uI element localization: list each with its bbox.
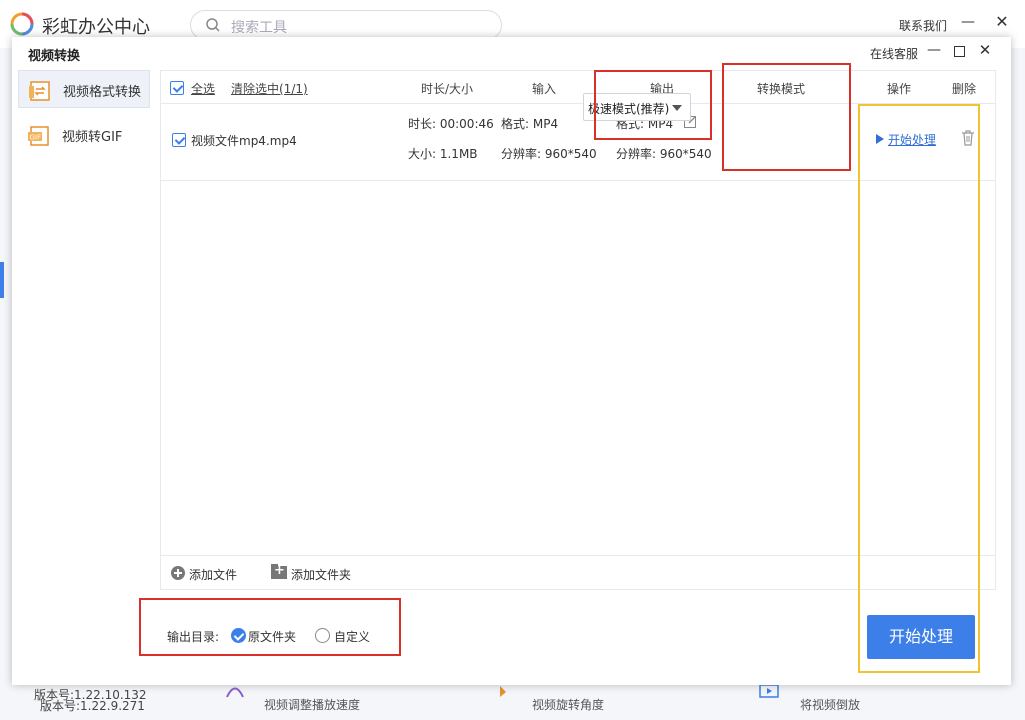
tool-rotate[interactable]: 视频旋转角度 (532, 696, 604, 713)
reverse-tool-icon (759, 684, 779, 698)
add-file-icon[interactable] (171, 566, 185, 580)
select-all-label[interactable]: 全选 (191, 80, 215, 97)
header-delete: 删除 (952, 82, 977, 96)
table-header: 全选 清除选中(1/1) 时长/大小 输入 输出 转换模式 操作 删除 (161, 71, 995, 104)
app-title: 彩虹办公中心 (42, 17, 150, 38)
add-file-button[interactable]: 添加文件 (189, 566, 237, 583)
header-input: 输入 (532, 82, 557, 96)
header-duration-size: 时长/大小 (421, 82, 474, 96)
gif-icon: GIF (28, 126, 49, 146)
minimize-icon[interactable]: — (926, 42, 942, 60)
file-size: 大小: 1.1MB (408, 147, 478, 161)
select-all-checkbox[interactable] (170, 81, 184, 95)
file-duration: 时长: 00:00:46 (408, 117, 494, 131)
add-folder-button[interactable]: 添加文件夹 (291, 566, 351, 583)
add-folder-icon[interactable] (271, 563, 287, 579)
rotate-tool-icon (500, 686, 506, 697)
row-checkbox[interactable] (172, 133, 186, 147)
tool-search-input[interactable]: 搜索工具 (190, 10, 502, 40)
search-placeholder: 搜索工具 (231, 20, 287, 36)
dialog-title: 视频转换 (28, 49, 81, 64)
output-resolution: 分辨率: 960*540 (616, 147, 712, 161)
sidebar-item-video-format[interactable]: 视频格式转换 (18, 70, 150, 108)
header-action: 操作 (887, 82, 912, 96)
input-format: 格式: MP4 (501, 117, 559, 131)
online-service-link[interactable]: 在线客服 (870, 45, 918, 62)
nav-accent-bar (0, 262, 4, 298)
annotation-action-box (858, 104, 980, 673)
close-icon[interactable]: ✕ (992, 12, 1012, 32)
speed-tool-icon (226, 687, 244, 698)
annotation-outdir-box (139, 598, 401, 656)
annotation-mode-box (722, 63, 851, 171)
sidebar-item-label: 视频转GIF (62, 130, 123, 145)
close-icon[interactable]: ✕ (976, 41, 994, 59)
video-convert-icon (29, 81, 50, 101)
input-resolution: 分辨率: 960*540 (501, 147, 597, 161)
dialog-version: 版本号:1.22.10.132 (34, 688, 147, 702)
tool-adjust-speed[interactable]: 视频调整播放速度 (264, 696, 360, 713)
sidebar: 视频格式转换 GIF 视频转GIF 版本号:1.22.10.132 (12, 67, 160, 702)
sidebar-item-video-gif[interactable]: GIF 视频转GIF (18, 116, 150, 154)
rainbow-logo-icon (10, 12, 34, 36)
sidebar-item-label: 视频格式转换 (63, 85, 142, 100)
search-icon (206, 18, 220, 32)
file-name: 视频文件mp4.mp4 (191, 134, 297, 148)
annotation-output-box (594, 70, 712, 140)
clear-selected-link[interactable]: 清除选中(1/1) (231, 80, 308, 97)
tool-reverse[interactable]: 将视频倒放 (800, 696, 860, 713)
svg-text:GIF: GIF (30, 134, 42, 142)
contact-us-link[interactable]: 联系我们 (899, 17, 947, 34)
minimize-icon[interactable]: — (958, 14, 978, 34)
maximize-icon[interactable] (954, 46, 965, 57)
